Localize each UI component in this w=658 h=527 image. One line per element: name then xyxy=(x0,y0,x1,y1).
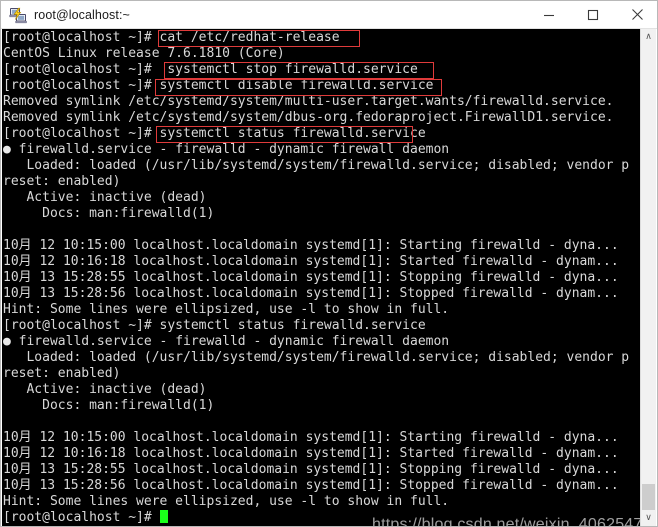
terminal-line: [root@localhost ~]# systemctl stop firew… xyxy=(3,62,418,77)
terminal-line: 10月 12 10:15:00 localhost.localdomain sy… xyxy=(3,238,619,253)
terminal-line: Loaded: loaded (/usr/lib/systemd/system/… xyxy=(3,350,630,365)
terminal-line: Removed symlink /etc/systemd/system/mult… xyxy=(3,94,614,109)
watermark-text: https://blog.csdn.net/weixin_40625478 xyxy=(372,516,642,526)
terminal-line: 10月 13 15:28:56 localhost.localdomain sy… xyxy=(3,286,619,301)
terminal-line: [root@localhost ~]# systemctl disable fi… xyxy=(3,78,434,93)
terminal-output: [root@localhost ~]# cat /etc/redhat-rele… xyxy=(2,30,642,526)
terminal-line: Loaded: loaded (/usr/lib/systemd/system/… xyxy=(3,158,630,173)
terminal-window: root@localhost:~ [root@localhost ~]# cat… xyxy=(0,0,658,527)
terminal-line: Removed symlink /etc/systemd/system/dbus… xyxy=(3,110,614,125)
terminal-line: 10月 13 15:28:55 localhost.localdomain sy… xyxy=(3,270,619,285)
terminal-line: [root@localhost ~]# cat /etc/redhat-rele… xyxy=(3,30,340,45)
scroll-down-icon[interactable]: ∨ xyxy=(641,510,656,526)
scrollbar-thumb[interactable] xyxy=(642,484,655,510)
close-button[interactable] xyxy=(615,1,657,29)
maximize-button[interactable] xyxy=(571,1,615,29)
service-status-bullet: ● xyxy=(3,334,11,349)
terminal-line: Docs: man:firewalld(1) xyxy=(3,398,215,413)
terminal-line: 10月 12 10:15:00 localhost.localdomain sy… xyxy=(3,430,619,445)
terminal-line: CentOS Linux release 7.6.1810 (Core) xyxy=(3,46,285,61)
putty-icon xyxy=(9,6,27,24)
terminal-line: 10月 12 10:16:18 localhost.localdomain sy… xyxy=(3,254,619,269)
terminal-line: 10月 13 15:28:55 localhost.localdomain sy… xyxy=(3,462,619,477)
terminal-line: 10月 12 10:16:18 localhost.localdomain sy… xyxy=(3,446,619,461)
window-title: root@localhost:~ xyxy=(34,7,130,22)
terminal-line: Docs: man:firewalld(1) xyxy=(3,206,215,221)
terminal-line: Hint: Some lines were ellipsized, use -l… xyxy=(3,302,450,317)
terminal-line: ● firewalld.service - firewalld - dynami… xyxy=(3,142,450,157)
terminal-cursor xyxy=(159,510,168,523)
vertical-scrollbar[interactable]: ∧ ∨ xyxy=(640,29,656,526)
window-controls xyxy=(527,1,657,29)
title-bar[interactable]: root@localhost:~ xyxy=(1,1,657,29)
terminal-line: reset: enabled) xyxy=(3,366,121,381)
terminal-line: reset: enabled) xyxy=(3,174,121,189)
terminal-line: Active: inactive (dead) xyxy=(3,190,207,205)
scroll-up-icon[interactable]: ∧ xyxy=(641,29,656,45)
terminal-screen[interactable]: [root@localhost ~]# cat /etc/redhat-rele… xyxy=(2,29,642,526)
service-status-bullet: ● xyxy=(3,142,11,157)
minimize-button[interactable] xyxy=(527,1,571,29)
terminal-line: 10月 13 15:28:56 localhost.localdomain sy… xyxy=(3,478,619,493)
terminal-line: [root@localhost ~]# systemctl status fir… xyxy=(3,318,426,333)
terminal-line: Active: inactive (dead) xyxy=(3,382,207,397)
terminal-line: Hint: Some lines were ellipsized, use -l… xyxy=(3,494,450,509)
terminal-line: [root@localhost ~]# systemctl status fir… xyxy=(3,126,426,141)
terminal-line: ● firewalld.service - firewalld - dynami… xyxy=(3,334,450,349)
